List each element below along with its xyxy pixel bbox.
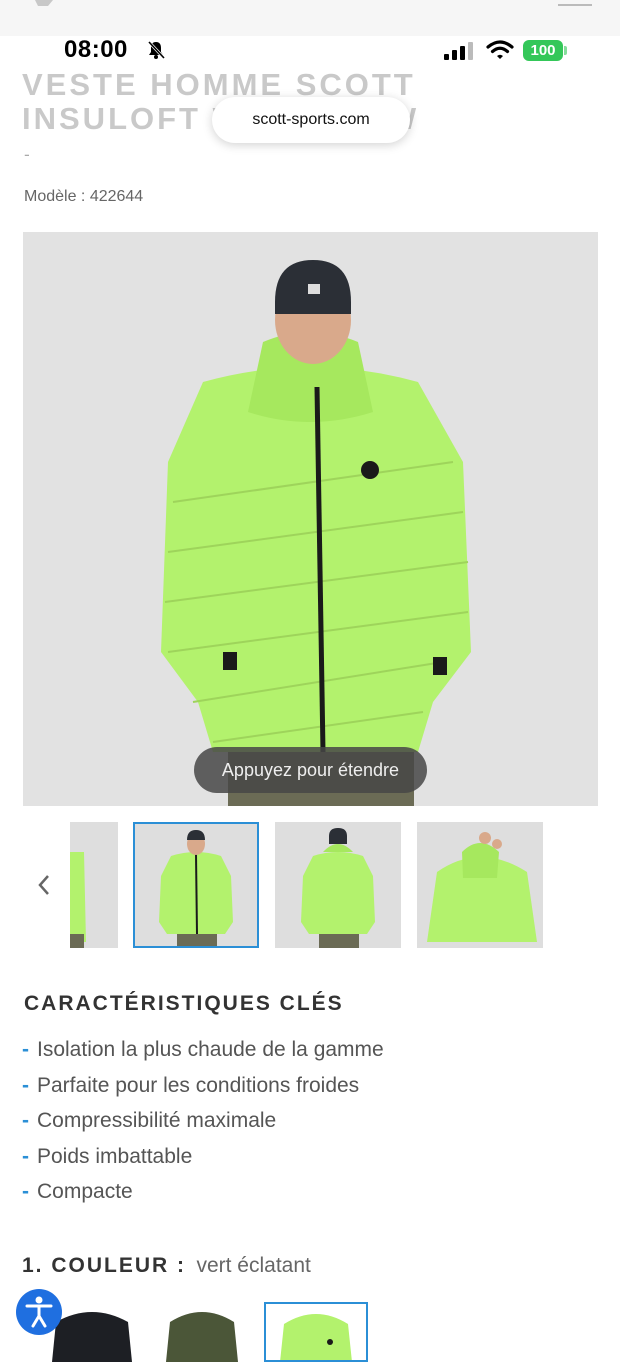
feature-text: Parfaite pour les conditions froides (37, 1073, 360, 1097)
silent-bell-icon (147, 40, 166, 60)
bullet-dash: - (22, 1144, 29, 1168)
bullet-dash: - (22, 1180, 29, 1203)
key-features-title: CARACTÉRISTIQUES CLÉS (24, 992, 344, 1015)
color-value: vert éclatant (196, 1254, 311, 1277)
expand-hint[interactable]: Appuyez pour étendre (194, 747, 427, 793)
battery-indicator: 100 (523, 40, 563, 61)
color-selector-heading: 1. COULEUR : vert éclatant (22, 1254, 311, 1278)
cellular-signal-icon (444, 42, 473, 60)
site-header (0, 0, 620, 36)
list-item: - Isolation la plus chaude de la gamme (22, 1035, 384, 1071)
title-dash: - (24, 145, 30, 164)
key-features-list: - Isolation la plus chaude de la gamme -P… (22, 1035, 384, 1213)
color-label: 1. COULEUR : (22, 1254, 187, 1277)
bullet-dash: - (22, 1038, 29, 1061)
accessibility-icon (25, 1296, 53, 1328)
thumbnail-front[interactable] (133, 822, 259, 948)
url-bar[interactable]: scott-sports.com (212, 97, 410, 143)
feature-text: Compacte (37, 1180, 133, 1203)
main-product-image[interactable] (23, 232, 598, 806)
jacket-illustration (23, 232, 598, 806)
wifi-icon (486, 40, 514, 59)
list-item: - Parfaite pour les conditions froides (22, 1071, 384, 1107)
feature-text: Poids imbattable (37, 1144, 193, 1168)
status-time: 08:00 (64, 36, 128, 63)
color-swatch-green[interactable] (264, 1302, 368, 1362)
bullet-dash: - (22, 1073, 29, 1097)
menu-icon[interactable] (558, 0, 592, 6)
list-item: - Poids imbattable (22, 1142, 384, 1178)
scott-logo-icon[interactable] (28, 0, 64, 16)
thumbnail-back[interactable] (275, 822, 401, 948)
battery-tip (564, 46, 567, 55)
bullet-dash: - (22, 1109, 29, 1132)
model-number: Modèle : 422644 (24, 188, 144, 205)
list-item: - Compressibilité maximale (22, 1106, 384, 1142)
thumbnail-partial[interactable] (70, 822, 118, 948)
feature-text: Isolation la plus chaude de la gamme (37, 1038, 384, 1061)
feature-text: Compressibilité maximale (37, 1109, 277, 1132)
thumbnail-hood[interactable] (417, 822, 543, 948)
accessibility-button[interactable] (16, 1289, 62, 1335)
color-swatch-olive[interactable] (150, 1302, 254, 1362)
list-item: - Compacte (22, 1177, 384, 1213)
chevron-left-icon[interactable] (34, 872, 54, 898)
